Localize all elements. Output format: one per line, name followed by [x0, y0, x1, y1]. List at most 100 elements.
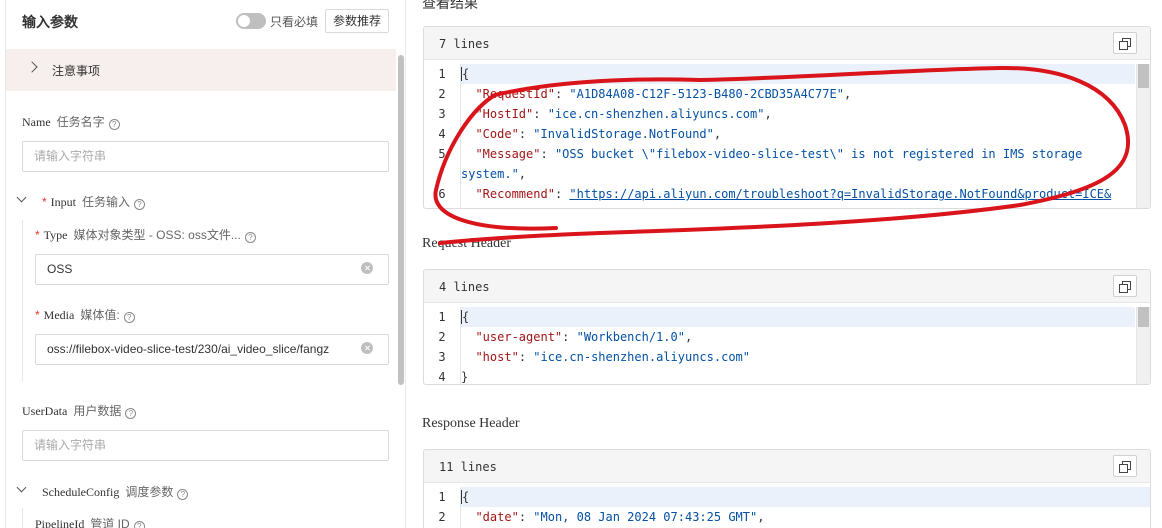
code-scrollbar-thumb[interactable]: [1138, 307, 1149, 327]
media-label-cn: 媒体值:: [80, 308, 120, 322]
code-body: 1 2 { "date": "Mon, 08 Jan 2024 07:43:25 …: [424, 487, 1150, 528]
json-punct: :: [518, 510, 534, 524]
pipeline-label-en: PipelineId: [35, 517, 85, 528]
code-viewer-header: 7 lines: [424, 27, 1150, 60]
code-line: "Message": "OSS bucket \"filebox-video-s…: [461, 144, 1111, 164]
code-line: }: [461, 367, 750, 384]
required-only-toggle[interactable]: [236, 13, 266, 29]
help-icon[interactable]: ?: [134, 199, 146, 210]
media-label-en: Media: [43, 308, 75, 322]
json-link[interactable]: "https://api.aliyun.com/troubleshoot?q=I…: [569, 187, 1111, 201]
line-count: 7 lines: [439, 37, 490, 51]
group-indent-line: [22, 508, 23, 528]
copy-icon[interactable]: [1113, 455, 1137, 477]
code-line: system.",: [461, 164, 1111, 184]
json-punct: :: [540, 147, 555, 161]
line-number: 2: [438, 87, 446, 101]
type-select[interactable]: OSS: [35, 254, 389, 285]
code-scrollbar[interactable]: [1136, 64, 1150, 208]
code-viewer-header: 4 lines: [424, 270, 1150, 303]
code-line: "user-agent": "Workbench/1.0",: [461, 327, 750, 347]
line-number: 3: [438, 107, 446, 121]
code-body: 1 2 3 4 5 6 { "RequestId": "A1D84A08-C12F-512…: [424, 64, 1150, 208]
help-icon[interactable]: ?: [125, 408, 137, 419]
line-number: [424, 164, 460, 184]
json-punct: :: [554, 187, 570, 201]
name-label: Name 任务名字?: [22, 113, 120, 130]
media-input[interactable]: oss://filebox-video-slice-test/230/ai_vi…: [35, 334, 389, 365]
line-number: 3: [438, 350, 446, 364]
result-code-viewer: 7 lines 1 2 3 4 5 6 { "RequestId": "A1D84A08-…: [423, 26, 1151, 209]
json-key: "Code": [475, 127, 519, 141]
line-number: 2: [438, 510, 446, 524]
json-string: "ice.cn-shenzhen.aliyuncs.com": [533, 350, 751, 364]
code-scrollbar-thumb[interactable]: [1138, 64, 1149, 88]
chevron-down-icon[interactable]: [16, 192, 27, 203]
json-punct: :: [533, 107, 548, 121]
pipeline-label-cn: 管道 ID: [90, 517, 130, 528]
code-line: "date": "Mon, 08 Jan 2024 07:43:25 GMT",: [461, 507, 764, 527]
code-text[interactable]: { "date": "Mon, 08 Jan 2024 07:43:25 GMT…: [461, 487, 764, 527]
response-header-viewer: 11 lines 12 { "date": "Mon, 08 Jan 2024 …: [423, 449, 1151, 528]
chevron-right-icon: [26, 61, 38, 73]
json-punct: :: [554, 87, 570, 101]
json-key: "HostId": [475, 107, 534, 121]
help-icon[interactable]: ?: [244, 232, 256, 243]
json-punct: :: [562, 330, 577, 344]
line-number: 1: [438, 67, 446, 81]
userdata-input[interactable]: 请输入字符串: [22, 430, 389, 461]
line-number: 1: [438, 310, 446, 324]
json-punct: }: [461, 370, 469, 384]
line-number: 4: [438, 370, 446, 384]
code-text[interactable]: { "RequestId": "A1D84A08-C12F-5123-B480-…: [461, 64, 1111, 204]
json-punct: [461, 187, 475, 201]
type-label: * Type 媒体对象类型 - OSS: oss文件...?: [35, 226, 256, 243]
json-punct: [461, 107, 475, 121]
json-key: "date": [475, 510, 519, 524]
help-icon[interactable]: ?: [123, 312, 135, 323]
line-number: 4: [438, 127, 446, 141]
input-params-panel: 输入参数 只看必填 参数推荐 注意事项 Name 任务名字? 请输入字符串 * In…: [0, 0, 406, 528]
notice-collapse[interactable]: 注意事项: [6, 49, 396, 91]
code-line: {: [461, 307, 750, 327]
code-line: {: [461, 487, 764, 507]
help-icon[interactable]: ?: [133, 521, 145, 528]
copy-icon[interactable]: [1113, 32, 1137, 54]
toggle-knob: [238, 15, 250, 27]
code-text[interactable]: { "user-agent": "Workbench/1.0", "host":…: [461, 307, 751, 384]
response-header-title: Response Header: [422, 416, 520, 431]
code-line: "Recommend": "https://api.aliyun.com/tro…: [461, 184, 1111, 204]
code-line: {: [461, 64, 1111, 84]
schedule-label-cn: 调度参数: [125, 485, 174, 499]
code-line: "HostId": "ice.cn-shenzhen.aliyuncs.com"…: [461, 104, 1111, 124]
type-label-cn: 媒体对象类型 - OSS: oss文件...: [73, 228, 241, 242]
copy-icon[interactable]: [1113, 275, 1137, 297]
help-icon[interactable]: ?: [177, 489, 189, 500]
name-input[interactable]: 请输入字符串: [22, 141, 389, 172]
help-icon[interactable]: ?: [108, 119, 120, 130]
json-punct: :: [518, 350, 534, 364]
json-key: "RequestId": [475, 87, 555, 101]
line-number: 5: [438, 147, 446, 161]
userdata-label: UserData 用户数据?: [22, 402, 137, 419]
json-punct: ,: [684, 330, 693, 344]
result-section-title: 查看结果: [422, 0, 478, 12]
json-key: "Recommend": [475, 187, 555, 201]
left-scrollbar[interactable]: [398, 55, 404, 385]
json-string: "InvalidStorage.NotFound": [533, 127, 714, 141]
code-scrollbar[interactable]: [1136, 307, 1150, 384]
json-punct: :: [518, 127, 534, 141]
json-string: system.": [461, 167, 519, 181]
clear-icon[interactable]: [361, 342, 373, 354]
required-only-label: 只看必填: [270, 15, 319, 29]
clear-icon[interactable]: [361, 262, 373, 274]
chevron-down-icon[interactable]: [16, 482, 27, 493]
line-gutter: 1 2 3 4 5 6: [424, 64, 460, 204]
recommend-params-button[interactable]: 参数推荐: [325, 9, 390, 33]
notice-label: 注意事项: [52, 64, 101, 78]
line-number: 1: [438, 490, 446, 504]
userdata-label-cn: 用户数据: [73, 404, 122, 418]
json-punct: [461, 510, 475, 524]
json-punct: [461, 87, 475, 101]
schedule-config-label: ScheduleConfig 调度参数?: [42, 483, 189, 500]
